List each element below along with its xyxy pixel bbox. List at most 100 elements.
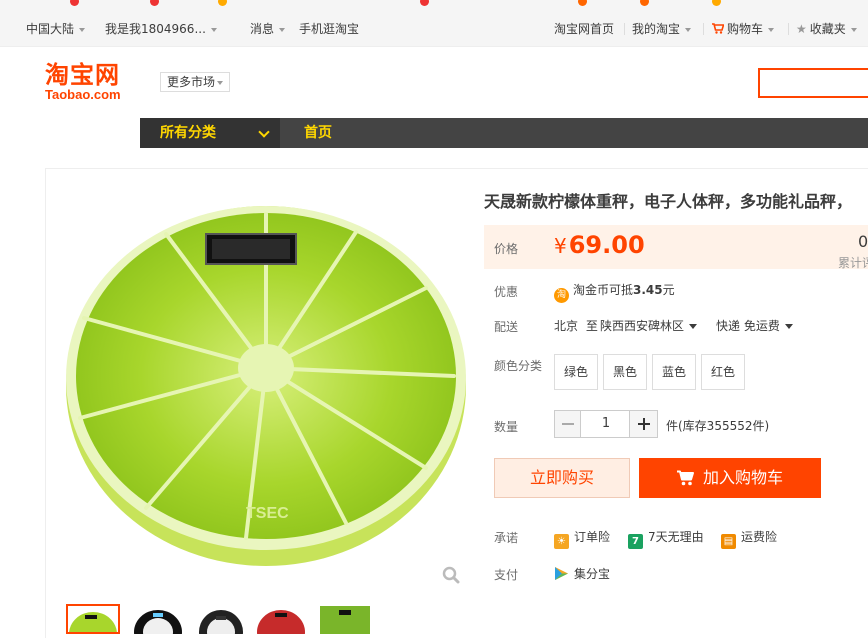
color-option-red[interactable]: 红色 — [701, 354, 745, 390]
payment-method-label: 集分宝 — [574, 567, 611, 581]
buy-now-button[interactable]: 立即购买 — [494, 458, 630, 498]
promise-text: 7天无理由 — [648, 530, 704, 544]
brand-watermark: TSEC — [246, 505, 289, 522]
zoom-icon[interactable] — [442, 566, 460, 584]
delivery-destination: 陕西西安碑林区 — [600, 319, 685, 333]
color-option-blue[interactable]: 蓝色 — [652, 354, 696, 390]
clipped-bookmark-icon — [218, 0, 227, 6]
delivery-from: 北京 至 — [554, 317, 602, 334]
mobile-taobao-link[interactable]: 手机逛淘宝 — [299, 9, 359, 47]
search-input[interactable] — [758, 68, 868, 98]
payment-method[interactable]: 集分宝 — [554, 565, 610, 582]
logo-text-cn: 淘宝网 — [45, 61, 120, 89]
username-label: 我是我1804966... — [105, 22, 206, 36]
currency-symbol: ¥ — [554, 234, 567, 258]
color-option-green[interactable]: 绿色 — [554, 354, 598, 390]
cart-label: 购物车 — [727, 22, 764, 36]
all-categories-menu[interactable]: 所有分类 — [140, 118, 280, 148]
clipped-bookmark-strip — [0, 0, 868, 9]
delivery-origin: 北京 — [554, 319, 579, 333]
jifenbao-icon — [555, 567, 568, 580]
chevron-down-icon — [850, 27, 857, 32]
product-title: 天晟新款柠檬体重秤，电子人体秤，多功能礼品秤， — [484, 192, 853, 211]
thumbnail-black[interactable] — [133, 604, 187, 634]
product-price: ¥69.00 — [554, 231, 645, 259]
region-selector[interactable]: 中国大陆 — [26, 9, 86, 47]
chevron-down-icon — [279, 27, 286, 32]
clipped-bookmark-icon — [420, 0, 429, 6]
chevron-down-icon — [210, 27, 217, 32]
thumbnail-red[interactable] — [256, 604, 310, 634]
coin-promo: 淘淘金币可抵3.45元 — [554, 281, 675, 303]
clipped-bookmark-icon — [150, 0, 159, 6]
sales-label: 累计评 — [838, 256, 868, 270]
promo-unit: 元 — [662, 283, 675, 297]
clipped-bookmark-icon — [640, 0, 649, 6]
product-main-image[interactable]: TSEC — [66, 188, 466, 588]
delivery-to-word: 至 — [585, 319, 598, 333]
color-label: 颜色分类 — [494, 359, 543, 373]
increase-quantity-button[interactable] — [629, 411, 657, 437]
add-to-cart-label: 加入购物车 — [702, 468, 783, 487]
add-to-cart-button[interactable]: 加入购物车 — [639, 458, 821, 498]
delivery-destination-dropdown[interactable]: 陕西西安碑林区 — [600, 317, 698, 334]
payment-label: 支付 — [494, 568, 519, 582]
site-topbar: 中国大陆 我是我1804966... 消息 手机逛淘宝 淘宝网首页 我的淘宝 购… — [0, 9, 868, 47]
quantity-input[interactable]: 1 — [582, 411, 630, 437]
promise-7day-return[interactable]: 7 7天无理由 — [628, 528, 704, 549]
divider — [703, 23, 704, 35]
clipped-bookmark-icon — [712, 0, 721, 6]
chevron-down-icon — [79, 27, 86, 32]
thumbnail-green[interactable] — [66, 604, 120, 634]
more-markets-label: 更多市场 — [167, 75, 216, 89]
category-nav: 所有分类 首页 — [140, 118, 868, 148]
chevron-down-icon — [685, 27, 692, 32]
thumbnail-black-round[interactable] — [196, 604, 250, 634]
promo-amount: 3.45 — [633, 283, 663, 297]
shipping-method: 快递 免运费 — [716, 319, 780, 333]
promise-order-insurance[interactable]: ☀ 订单险 — [554, 528, 610, 549]
favorites-label: 收藏夹 — [809, 22, 846, 36]
logo-text-en: Taobao.com — [45, 87, 121, 102]
price-label: 价格 — [494, 242, 519, 256]
shipping-dropdown[interactable]: 快递 免运费 — [716, 317, 793, 334]
taobao-logo[interactable]: 淘宝网 Taobao.com — [45, 62, 145, 102]
chevron-down-icon — [258, 126, 270, 138]
clipped-bookmark-icon — [70, 0, 79, 6]
seven-day-return-icon: 7 — [628, 534, 643, 549]
my-taobao-menu[interactable]: 我的淘宝 — [632, 9, 692, 47]
color-option-black[interactable]: 黑色 — [603, 354, 647, 390]
divider — [788, 23, 789, 35]
promise-text: 运费险 — [741, 530, 778, 544]
decrease-quantity-button[interactable] — [555, 411, 581, 437]
quantity-stepper: 1 — [554, 410, 658, 438]
cart-link[interactable]: 购物车 — [712, 9, 775, 47]
stock-info: 件(库存355552件) — [666, 419, 770, 433]
cart-icon — [712, 23, 725, 34]
promise-shipping-insurance[interactable]: ▤ 运费险 — [721, 528, 777, 549]
taobao-home-link[interactable]: 淘宝网首页 — [554, 9, 614, 47]
nav-home-link[interactable]: 首页 — [304, 118, 332, 148]
my-taobao-label: 我的淘宝 — [632, 22, 681, 36]
promise-text: 订单险 — [574, 530, 611, 544]
cart-icon — [676, 470, 694, 486]
price-value: 69.00 — [568, 231, 645, 259]
more-markets-dropdown[interactable]: 更多市场 — [160, 72, 231, 92]
star-icon: ★ — [796, 22, 807, 36]
order-insurance-icon: ☀ — [554, 534, 569, 549]
chevron-down-icon — [784, 324, 793, 329]
promo-label: 优惠 — [494, 285, 519, 299]
chevron-down-icon — [768, 27, 775, 32]
messages-link[interactable]: 消息 — [250, 9, 286, 47]
delivery-label: 配送 — [494, 320, 519, 334]
thumbnail-green-alt[interactable] — [320, 604, 374, 634]
clipped-bookmark-icon — [578, 0, 587, 6]
sales-count: 0 — [858, 232, 868, 251]
chevron-down-icon — [217, 80, 224, 85]
user-menu[interactable]: 我是我1804966... — [105, 9, 217, 47]
favorites-menu[interactable]: ★ 收藏夹 — [796, 9, 857, 47]
promo-text: 淘金币可抵 — [573, 283, 634, 297]
promise-label: 承诺 — [494, 531, 519, 545]
divider — [624, 23, 625, 35]
region-label: 中国大陆 — [26, 22, 75, 36]
